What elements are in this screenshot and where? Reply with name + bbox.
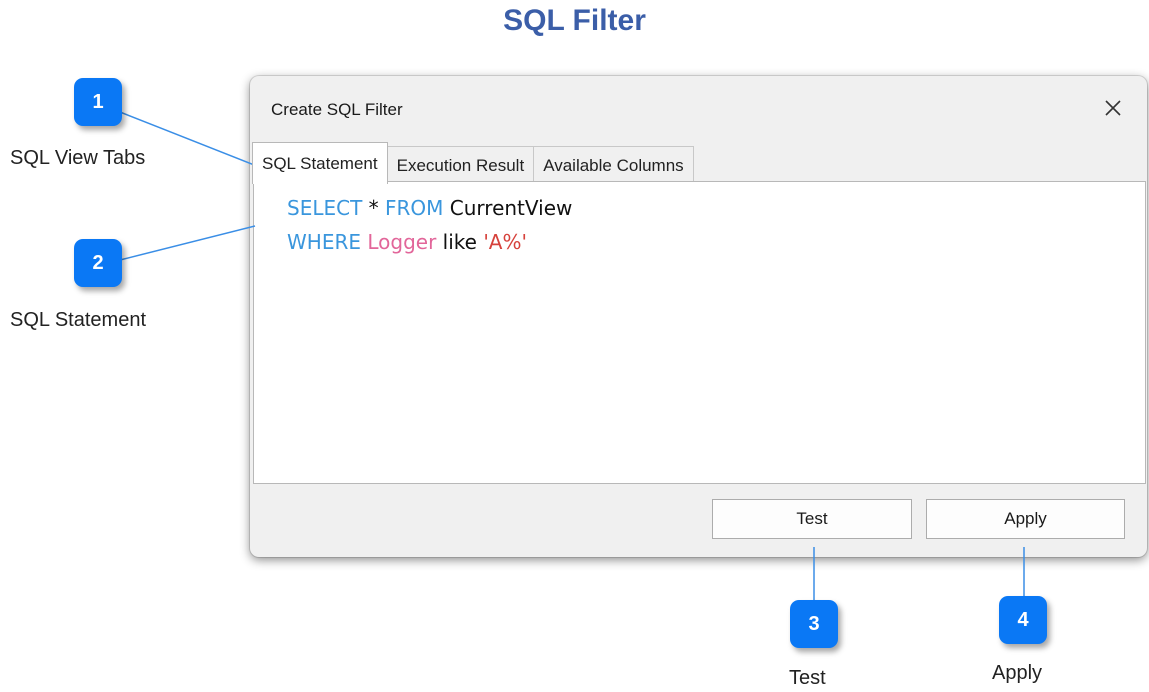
- callout-badge-2: 2: [74, 239, 122, 287]
- callout-badge-1: 1: [74, 78, 122, 126]
- tab-sql-statement[interactable]: SQL Statement: [252, 142, 388, 184]
- callout-connectors: [119, 111, 1025, 607]
- callout-label-test: Test: [789, 667, 826, 689]
- callout-label-sql-statement: SQL Statement: [10, 309, 146, 331]
- callout-badge-4: 4: [999, 596, 1047, 644]
- callout-label-apply: Apply: [992, 662, 1043, 684]
- callout-badge-3: 3: [790, 600, 838, 648]
- callout-label-sql-view-tabs: SQL View Tabs: [10, 147, 146, 169]
- connector-2: [119, 225, 256, 261]
